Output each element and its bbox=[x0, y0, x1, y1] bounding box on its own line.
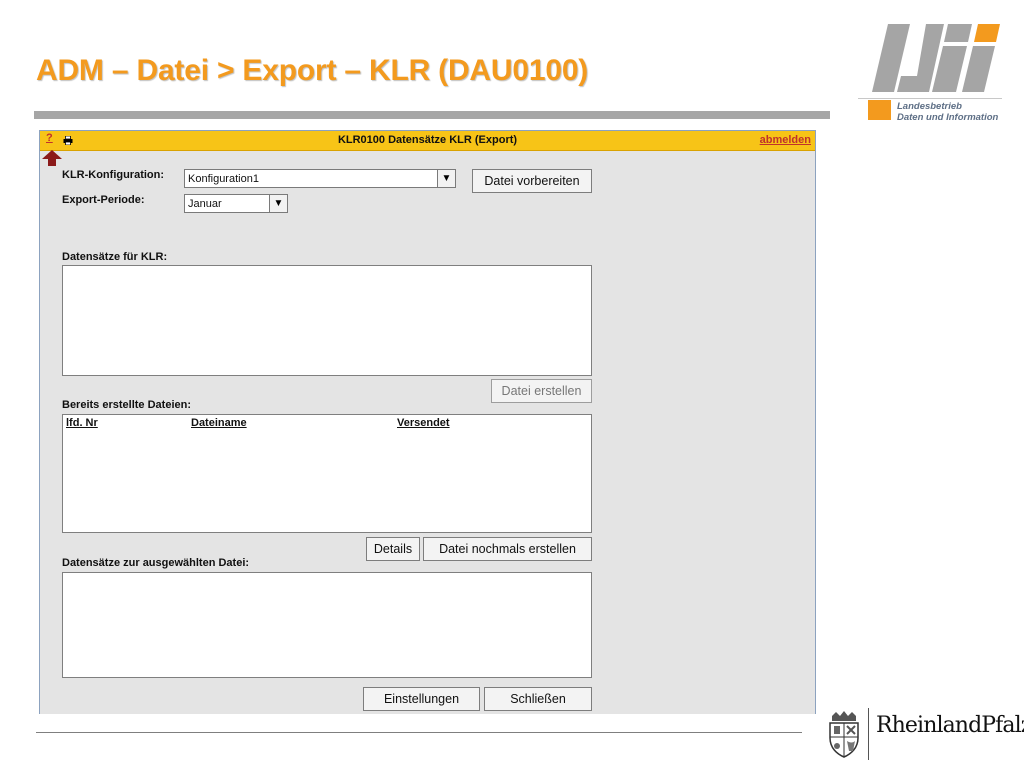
logo-line-2: Daten und Information bbox=[897, 112, 999, 123]
ldi-logo-icon bbox=[872, 24, 1000, 92]
created-files-label: Bereits erstellte Dateien: bbox=[62, 399, 191, 411]
app-window: KLR0100 Datensätze KLR (Export) ? abmeld… bbox=[39, 130, 816, 714]
app-header: KLR0100 Datensätze KLR (Export) ? abmeld… bbox=[40, 131, 815, 151]
details-button[interactable]: Details bbox=[366, 537, 420, 561]
klr-config-value: Konfiguration1 bbox=[188, 173, 259, 185]
created-files-table[interactable]: lfd. Nr Dateiname Versendet bbox=[62, 414, 592, 533]
logout-link[interactable]: abmelden bbox=[760, 134, 811, 146]
ldi-logo: Landesbetrieb Daten und Information bbox=[856, 20, 1006, 124]
recreate-file-button[interactable]: Datei nochmals erstellen bbox=[423, 537, 592, 561]
klr-config-label: KLR-Konfiguration: bbox=[62, 169, 165, 181]
klr-config-select[interactable]: Konfiguration1 ▼ bbox=[184, 169, 456, 188]
column-header-sent[interactable]: Versendet bbox=[397, 417, 450, 429]
slide-title: ADM – Datei > Export – KLR (DAU0100) bbox=[36, 54, 589, 87]
create-file-button[interactable]: Datei erstellen bbox=[491, 379, 592, 403]
help-link[interactable]: ? bbox=[46, 132, 53, 144]
selected-file-records-label: Datensätze zur ausgewählten Datei: bbox=[62, 557, 250, 569]
logo-text: Landesbetrieb Daten und Information bbox=[897, 101, 998, 123]
selected-file-records-list[interactable] bbox=[62, 572, 592, 678]
logo-divider bbox=[858, 98, 1002, 99]
klr-records-list[interactable] bbox=[62, 265, 592, 376]
logo-orange-bar bbox=[868, 100, 891, 120]
rlp-divider bbox=[868, 708, 869, 760]
klr-records-label: Datensätze für KLR: bbox=[62, 251, 168, 263]
export-period-label: Export-Periode: bbox=[62, 194, 145, 206]
footer-rule bbox=[36, 732, 802, 733]
column-header-filename[interactable]: Dateiname bbox=[191, 417, 247, 429]
title-rule bbox=[34, 111, 830, 119]
app-title: KLR0100 Datensätze KLR (Export) bbox=[337, 134, 518, 146]
rheinland-pfalz-logo: RheinlandPfalz bbox=[826, 708, 1024, 764]
coat-of-arms-icon bbox=[829, 711, 859, 758]
rlp-wordmark: RheinlandPfalz bbox=[876, 713, 1024, 738]
close-button[interactable]: Schließen bbox=[484, 687, 592, 711]
logo-line-1: Landesbetrieb bbox=[897, 101, 962, 112]
chevron-down-icon[interactable]: ▼ bbox=[437, 170, 455, 187]
column-header-number[interactable]: lfd. Nr bbox=[66, 417, 98, 429]
export-period-select[interactable]: Januar ▼ bbox=[184, 194, 288, 213]
export-period-value: Januar bbox=[188, 198, 222, 210]
prepare-file-button[interactable]: Datei vorbereiten bbox=[472, 169, 592, 193]
settings-button[interactable]: Einstellungen bbox=[363, 687, 480, 711]
chevron-down-icon[interactable]: ▼ bbox=[269, 195, 287, 212]
arrow-up-icon bbox=[42, 150, 62, 166]
printer-icon[interactable] bbox=[63, 136, 73, 145]
